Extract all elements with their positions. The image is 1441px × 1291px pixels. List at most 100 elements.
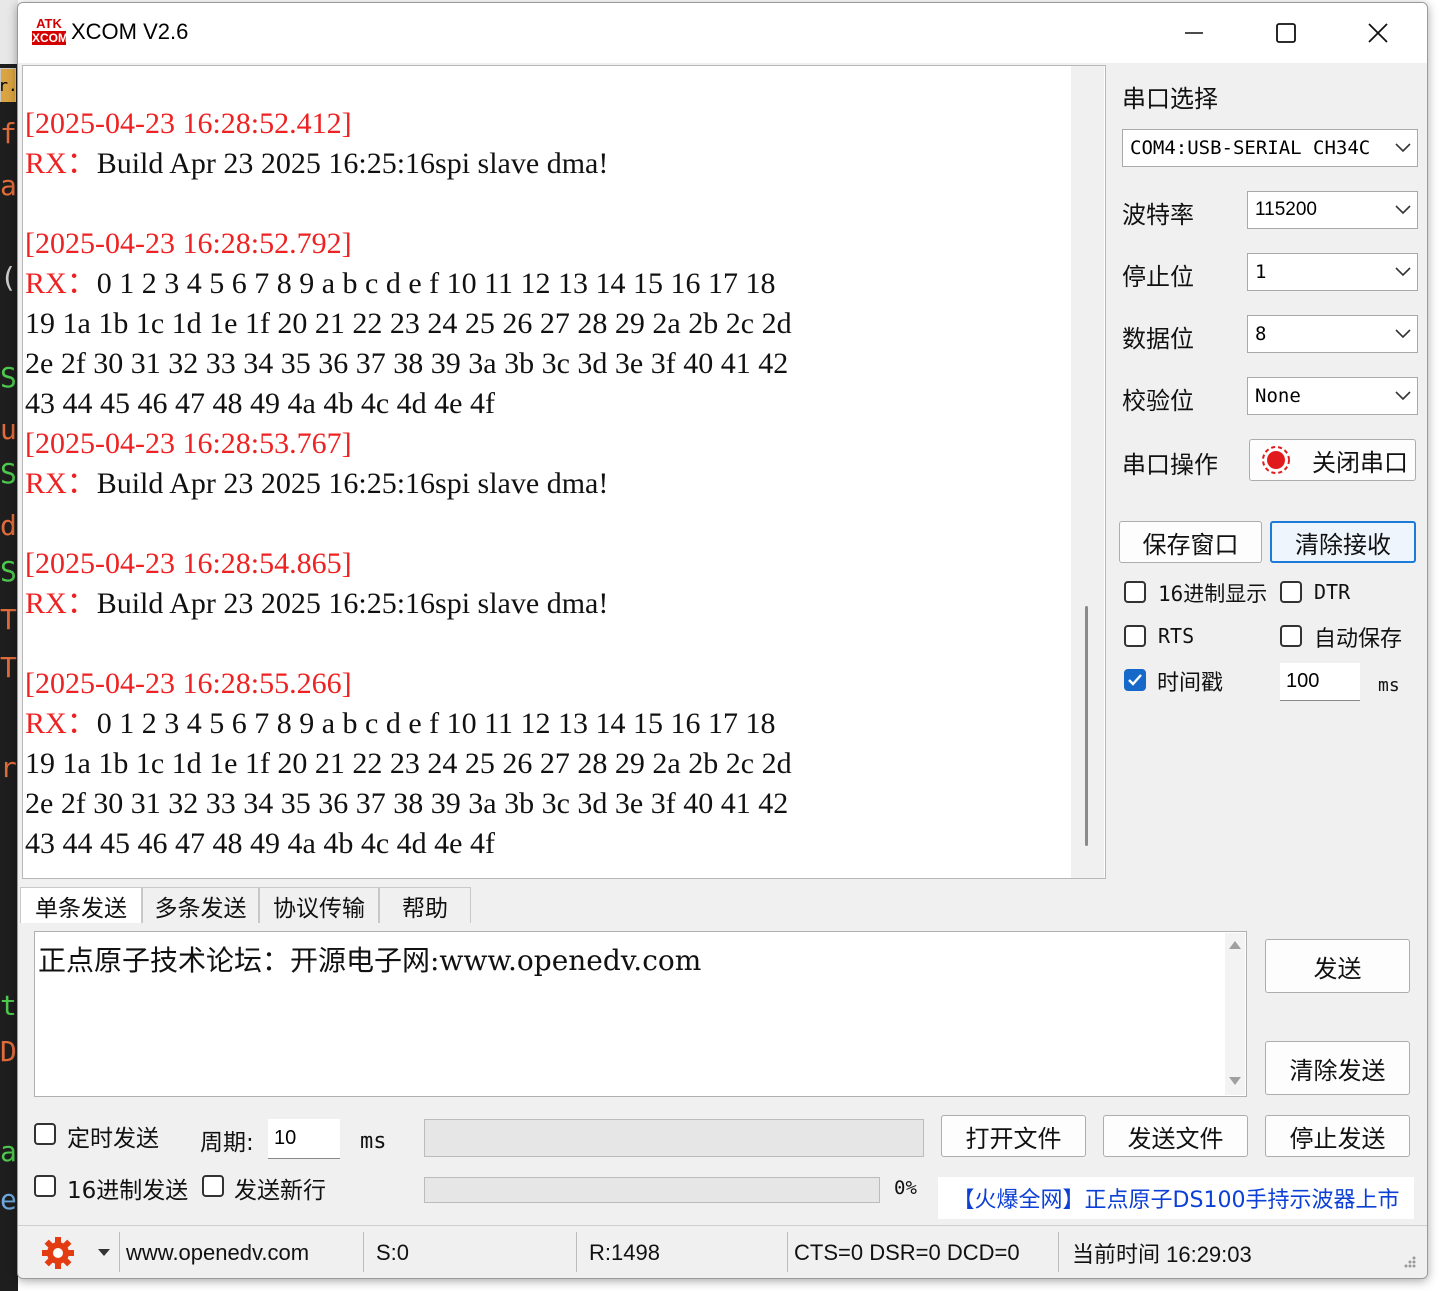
baud-label: 波特率 <box>1122 201 1194 229</box>
background-tab: r. <box>0 68 18 102</box>
receive-line: 43 44 45 46 47 48 49 4a 4b 4c 4d 4e 4f <box>25 384 1065 424</box>
receive-text: 2e 2f 30 31 32 33 34 35 36 37 38 39 3a 3… <box>25 347 789 380</box>
receive-line: RX：0 1 2 3 4 5 6 7 8 9 a b c d e f 10 11… <box>25 264 1065 304</box>
rts-checkbox[interactable] <box>1124 625 1146 647</box>
status-current-time: 当前时间 16:29:03 <box>1072 1241 1252 1267</box>
receive-prefix: RX： <box>25 707 97 740</box>
receive-text: 43 44 45 46 47 48 49 4a 4b 4c 4d 4e 4f <box>25 387 495 420</box>
receive-line: RX：Build Apr 23 2025 16:25:16spi slave d… <box>25 144 1065 184</box>
window-title: XCOM V2.6 <box>71 19 189 44</box>
receive-area[interactable]: [2025-04-23 16:28:52.412] RX：Build Apr 23… <box>22 65 1106 879</box>
chevron-down-icon <box>1395 378 1411 414</box>
port-status-icon <box>1262 446 1290 474</box>
tab-protocol[interactable]: 协议传输 <box>259 887 379 923</box>
open-file-button[interactable]: 打开文件 <box>941 1115 1086 1157</box>
dtr-checkbox[interactable] <box>1280 581 1302 603</box>
resize-grip-icon[interactable] <box>1398 1254 1418 1278</box>
send-progress-bar <box>424 1177 880 1203</box>
stop-bits-label: 停止位 <box>1122 263 1194 291</box>
period-input[interactable]: 10 <box>268 1119 340 1159</box>
timestamp-interval-input[interactable]: 100 <box>1280 663 1360 701</box>
status-website[interactable]: www.openedv.com <box>126 1226 309 1278</box>
progress-percent: 0% <box>894 1177 917 1199</box>
receive-line: 2e 2f 30 31 32 33 34 35 36 37 38 39 3a 3… <box>25 784 1065 824</box>
status-received-count: R:1498 <box>589 1239 660 1265</box>
receive-line: RX：0 1 2 3 4 5 6 7 8 9 a b c d e f 10 11… <box>25 704 1065 744</box>
receive-line: [2025-04-23 16:28:52.412] <box>25 104 1065 144</box>
new-line-label: 发送新行 <box>234 1178 326 1204</box>
stop-bits-select[interactable]: 1 <box>1247 253 1418 291</box>
receive-timestamp: [2025-04-23 16:28:52.792] <box>25 227 352 260</box>
receive-text: 2e 2f 30 31 32 33 34 35 36 37 38 39 3a 3… <box>25 787 789 820</box>
receive-text: Build Apr 23 2025 16:25:16spi slave dma! <box>96 147 609 180</box>
stop-send-button[interactable]: 停止发送 <box>1265 1115 1410 1157</box>
chevron-down-icon <box>1395 254 1411 290</box>
parity-value: None <box>1255 385 1301 407</box>
tab-multi-send[interactable]: 多条发送 <box>142 887 259 923</box>
chevron-down-icon <box>1395 316 1411 352</box>
timed-send-checkbox[interactable] <box>34 1123 56 1145</box>
receive-text: Build Apr 23 2025 16:25:16spi slave dma! <box>96 587 609 620</box>
receive-text: 0 1 2 3 4 5 6 7 8 9 a b c d e f 10 11 12… <box>96 267 776 300</box>
hex-display-checkbox[interactable] <box>1124 581 1146 603</box>
close-button[interactable] <box>1332 3 1424 63</box>
receive-line: 2e 2f 30 31 32 33 34 35 36 37 38 39 3a 3… <box>25 344 1065 384</box>
atk-logo: ATK XCOM <box>32 16 68 45</box>
new-line-checkbox[interactable] <box>202 1175 224 1197</box>
data-bits-select[interactable]: 8 <box>1247 315 1418 353</box>
receive-scroll-thumb[interactable] <box>1085 606 1088 846</box>
receive-prefix: RX： <box>25 467 97 500</box>
maximize-button[interactable] <box>1240 3 1332 63</box>
receive-text <box>25 67 40 100</box>
receive-line: [2025-04-23 16:28:52.792] <box>25 224 1065 264</box>
receive-timestamp: [2025-04-23 16:28:52.412] <box>25 107 352 140</box>
close-port-button[interactable]: 关闭串口 <box>1249 439 1416 481</box>
hex-send-label: 16进制发送 <box>67 1178 189 1204</box>
save-window-button[interactable]: 保存窗口 <box>1119 521 1262 563</box>
hex-send-checkbox[interactable] <box>34 1175 56 1197</box>
gear-dropdown-arrow[interactable] <box>98 1226 110 1278</box>
send-file-button[interactable]: 发送文件 <box>1103 1115 1248 1157</box>
auto-save-label: 自动保存 <box>1314 627 1403 652</box>
port-select-label: 串口选择 <box>1122 85 1218 113</box>
period-label: 周期: <box>200 1130 254 1156</box>
receive-text: 43 44 45 46 47 48 49 4a 4b 4c 4d 4e 4f <box>25 827 495 860</box>
receive-line: 19 1a 1b 1c 1d 1e 1f 20 21 22 23 24 25 2… <box>25 304 1065 344</box>
receive-lines: [2025-04-23 16:28:52.412] RX：Build Apr 23… <box>25 66 1065 864</box>
settings-gear-button[interactable] <box>40 1226 76 1278</box>
send-button[interactable]: 发送 <box>1265 939 1410 993</box>
receive-timestamp: [2025-04-23 16:28:55.266] <box>25 667 352 700</box>
clear-receive-button[interactable]: 清除接收 <box>1270 521 1416 563</box>
send-scrollbar[interactable] <box>1225 933 1245 1095</box>
receive-line: RX：Build Apr 23 2025 16:25:16spi slave d… <box>25 584 1065 624</box>
parity-select[interactable]: None <box>1247 377 1418 415</box>
rts-label: RTS <box>1158 624 1195 648</box>
close-icon <box>1368 23 1388 43</box>
port-select-value: COM4:USB-SERIAL CH34C <box>1130 137 1371 159</box>
background-window-strip: r. f a ( S u S d S T T r t D a e <box>0 0 18 1291</box>
gear-icon <box>42 1236 74 1269</box>
file-path-field[interactable] <box>424 1119 924 1157</box>
receive-text: Build Apr 23 2025 16:25:16spi slave dma! <box>96 467 609 500</box>
maximize-icon <box>1276 23 1296 43</box>
period-unit: ms <box>360 1129 387 1154</box>
clear-send-button[interactable]: 清除发送 <box>1265 1041 1410 1095</box>
status-line-states: CTS=0 DSR=0 DCD=0 <box>794 1239 1020 1265</box>
receive-prefix: RX： <box>25 587 97 620</box>
port-select[interactable]: COM4:USB-SERIAL CH34C <box>1122 129 1418 167</box>
receive-line <box>25 504 1065 544</box>
baud-select[interactable]: 115200 <box>1247 191 1418 229</box>
tab-single-send[interactable]: 单条发送 <box>20 887 142 923</box>
receive-line: 43 44 45 46 47 48 49 4a 4b 4c 4d 4e 4f <box>25 824 1065 864</box>
tab-help[interactable]: 帮助 <box>379 887 471 923</box>
title-bar[interactable]: ATK XCOM XCOM V2.6 <box>18 3 1427 63</box>
receive-line <box>25 624 1065 664</box>
minimize-button[interactable] <box>1148 3 1240 63</box>
timestamp-checkbox[interactable] <box>1124 669 1146 691</box>
ad-link[interactable]: 【火爆全网】正点原子DS100手持示波器上市 <box>938 1177 1414 1219</box>
send-text: 正点原子技术论坛：开源电子网:www.openedv.com <box>38 944 702 977</box>
receive-prefix: RX： <box>25 147 97 180</box>
port-operation-label: 串口操作 <box>1122 451 1218 479</box>
caret-down-icon <box>98 1248 110 1256</box>
auto-save-checkbox[interactable] <box>1280 625 1302 647</box>
